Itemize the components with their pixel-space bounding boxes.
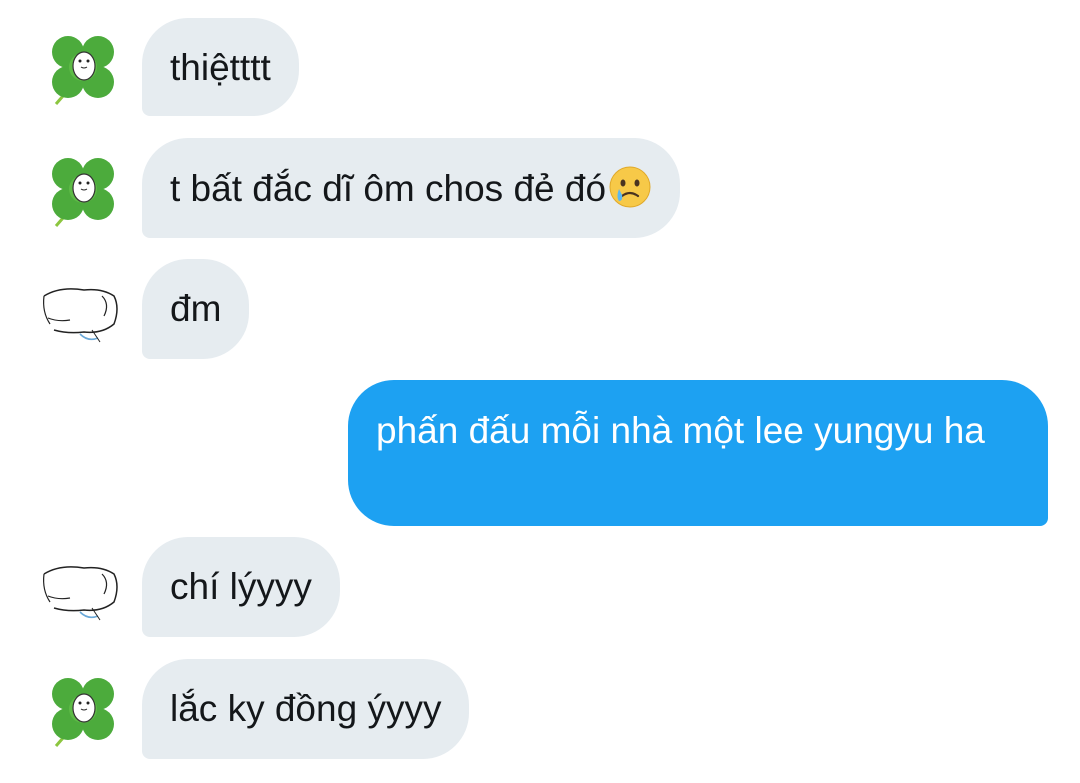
message-text: phấn đấu mỗi nhà một lee yungyu ha	[376, 410, 985, 451]
message-text: t bất đắc dĩ ôm chos đẻ đó	[170, 168, 607, 209]
message-text: thiệtttt	[170, 47, 271, 88]
message-thread: thiệtttt t bất đắc dĩ ôm chos đẻ đó đm p…	[0, 0, 1080, 783]
clover-avatar[interactable]	[40, 148, 126, 234]
message-text: đm	[170, 288, 222, 329]
crying-face-icon	[608, 165, 652, 209]
message-bubble[interactable]: t bất đắc dĩ ôm chos đẻ đó	[142, 138, 681, 238]
sketch-avatar[interactable]	[40, 268, 126, 354]
sketched-hand-icon	[43, 288, 118, 343]
four-leaf-clover-icon	[52, 36, 114, 105]
four-leaf-clover-icon	[52, 678, 114, 747]
message-bubble[interactable]: thiệtttt	[142, 18, 299, 116]
sketched-hand-icon	[43, 566, 118, 621]
four-leaf-clover-icon	[52, 158, 114, 227]
message-bubble[interactable]: đm	[142, 259, 250, 359]
message-text: chí lýyyy	[170, 566, 312, 607]
message-bubble-outgoing[interactable]: phấn đấu mỗi nhà một lee yungyu ha	[348, 380, 1048, 526]
message-bubble[interactable]: lắc ky đồng ýyyy	[142, 659, 470, 759]
message-text: lắc ky đồng ýyyy	[170, 688, 442, 729]
clover-avatar[interactable]	[40, 668, 126, 754]
sketch-avatar[interactable]	[40, 546, 126, 632]
message-bubble[interactable]: chí lýyyy	[142, 537, 340, 637]
clover-avatar[interactable]	[40, 26, 126, 112]
